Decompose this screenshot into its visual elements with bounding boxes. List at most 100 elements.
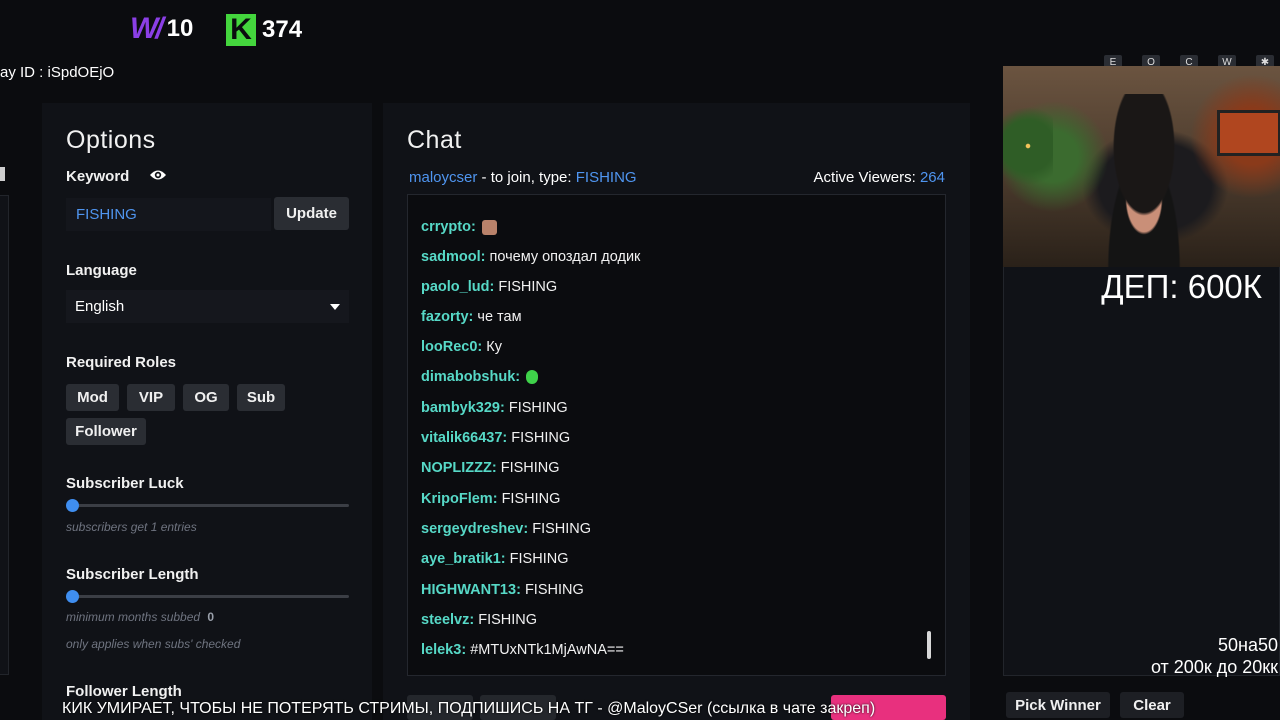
w-logo-icon: W/: [130, 12, 164, 45]
subscriber-length-hint-text: minimum months subbed: [66, 610, 201, 624]
kick-logo-icon: K: [226, 14, 256, 46]
kick-count: 374: [262, 16, 303, 43]
chat-message: paolo_lud: FISHING: [421, 279, 557, 295]
chat-text: #MTUxNTk1MjAwNA==: [470, 642, 624, 658]
giveaway-id: ay ID : iSpdOEjO: [0, 64, 115, 81]
chat-text: че там: [477, 309, 522, 325]
subscriber-length-hint: minimum months subbed 0: [66, 610, 214, 624]
subscriber-luck-hint: subscribers get 1 entries: [66, 520, 197, 534]
role-sub-button[interactable]: Sub: [237, 384, 285, 411]
chat-message: KripoFlem: FISHING: [421, 491, 560, 507]
chat-username[interactable]: KripoFlem:: [421, 491, 498, 507]
pick-winner-button[interactable]: Pick Winner: [1006, 692, 1110, 718]
keyword-label: Keyword: [66, 168, 130, 185]
role-mod-button[interactable]: Mod: [66, 384, 119, 411]
eye-icon[interactable]: [149, 168, 167, 182]
chat-text: FISHING: [511, 430, 571, 446]
left-edge-icon: [0, 167, 5, 181]
announcement-ticker: КИК УМИРАЕТ, ЧТОБЫ НЕ ПОТЕРЯТЬ СТРИМЫ, П…: [62, 700, 876, 717]
chat-message: bambyk329: FISHING: [421, 400, 568, 416]
subscriber-luck-slider[interactable]: [66, 504, 349, 507]
chat-username[interactable]: steelvz:: [421, 612, 474, 628]
chat-message: looRec0: Ку: [421, 339, 502, 355]
join-instruction: maloycser - to join, type: FISHING: [409, 169, 637, 186]
chat-text: FISHING: [498, 279, 558, 295]
chat-username[interactable]: NOPLIZZZ:: [421, 460, 497, 476]
subscriber-luck-label: Subscriber Luck: [66, 475, 184, 492]
kick-counter: K 374: [226, 14, 302, 46]
wager-counter: W/ 10: [130, 12, 193, 46]
face-emote-icon: [481, 219, 497, 235]
options-title: Options: [66, 126, 156, 154]
options-panel: Options Keyword FISHING Update Language …: [42, 103, 372, 720]
chat-scrollbar[interactable]: [927, 631, 931, 659]
chat-username[interactable]: fazorty:: [421, 309, 473, 325]
chat-message: vitalik66437: FISHING: [421, 430, 570, 446]
chat-username[interactable]: crrypto:: [421, 219, 476, 235]
chat-username[interactable]: aye_bratik1:: [421, 551, 506, 567]
chat-username[interactable]: HIGHWANT13:: [421, 582, 521, 598]
christmas-tree-image: [1003, 86, 1053, 206]
active-viewers-count: 264: [919, 169, 945, 186]
chat-text: FISHING: [508, 400, 568, 416]
join-text: - to join, type:: [477, 169, 576, 186]
chat-text: почему опоздал додик: [489, 249, 641, 265]
left-edge-panel: [0, 195, 9, 675]
chat-username[interactable]: sergeydreshev:: [421, 521, 528, 537]
webcam-video: [1003, 66, 1280, 267]
language-select[interactable]: English: [66, 290, 349, 323]
chat-message: sergeydreshev: FISHING: [421, 521, 591, 537]
overlay-note: 50на50 от 200к до 20кк: [1151, 634, 1278, 678]
chat-message: lelek3: #MTUxNTk1MjAwNA==: [421, 642, 624, 658]
deposit-overlay: ДЕП: 600К: [1101, 268, 1262, 305]
chat-username[interactable]: paolo_lud:: [421, 279, 494, 295]
chat-message: dimabobshuk:: [421, 369, 539, 385]
required-roles-label: Required Roles: [66, 354, 177, 371]
overlay-line-1: 50на50: [1218, 635, 1278, 655]
language-value: English: [75, 298, 125, 315]
chat-message: aye_bratik1: FISHING: [421, 551, 568, 567]
green-emote-icon: [526, 370, 539, 385]
chat-title: Chat: [407, 126, 462, 154]
chat-message: sadmool: почему опоздал додик: [421, 249, 640, 265]
chat-username[interactable]: looRec0:: [421, 339, 482, 355]
chat-log[interactable]: crrypto: sadmool: почему опоздал додик p…: [407, 194, 946, 676]
subscriber-length-note: only applies when subs' checked: [66, 637, 241, 651]
chevron-down-icon: [330, 303, 340, 310]
wager-count: 10: [166, 15, 194, 42]
role-follower-button[interactable]: Follower: [66, 418, 146, 445]
join-keyword: FISHING: [575, 169, 637, 186]
subscriber-length-slider[interactable]: [66, 595, 349, 598]
chat-message: HIGHWANT13: FISHING: [421, 582, 584, 598]
streamer-image: [1089, 94, 1199, 267]
active-viewers-label: Active Viewers:: [813, 169, 916, 186]
role-og-button[interactable]: OG: [183, 384, 229, 411]
subscriber-length-handle[interactable]: [66, 590, 79, 603]
update-button[interactable]: Update: [274, 197, 349, 230]
channel-name[interactable]: maloycser: [409, 169, 477, 186]
chat-text: FISHING: [509, 551, 569, 567]
keyword-input[interactable]: FISHING: [66, 198, 271, 231]
subscriber-luck-handle[interactable]: [66, 499, 79, 512]
chat-text: FISHING: [500, 460, 560, 476]
chat-message: NOPLIZZZ: FISHING: [421, 460, 560, 476]
chat-username[interactable]: dimabobshuk:: [421, 369, 520, 385]
chat-text: FISHING: [532, 521, 592, 537]
chat-username[interactable]: sadmool:: [421, 249, 485, 265]
chat-panel: Chat maloycser - to join, type: FISHING …: [383, 103, 970, 720]
chat-message: steelvz: FISHING: [421, 612, 537, 628]
chat-message: fazorty: че там: [421, 309, 522, 325]
chat-text: FISHING: [501, 491, 561, 507]
follower-length-label: Follower Length: [66, 683, 182, 700]
overlay-line-2: от 200к до 20кк: [1150, 657, 1278, 677]
tv-fireplace-image: [1217, 110, 1280, 156]
chat-message: crrypto:: [421, 219, 497, 235]
chat-username[interactable]: bambyk329:: [421, 400, 505, 416]
subscriber-length-label: Subscriber Length: [66, 566, 199, 583]
role-vip-button[interactable]: VIP: [127, 384, 175, 411]
clear-button[interactable]: Clear: [1120, 692, 1184, 718]
chat-username[interactable]: vitalik66437:: [421, 430, 507, 446]
subscriber-length-value: 0: [207, 610, 215, 624]
chat-username[interactable]: lelek3:: [421, 642, 466, 658]
language-label: Language: [66, 262, 137, 279]
